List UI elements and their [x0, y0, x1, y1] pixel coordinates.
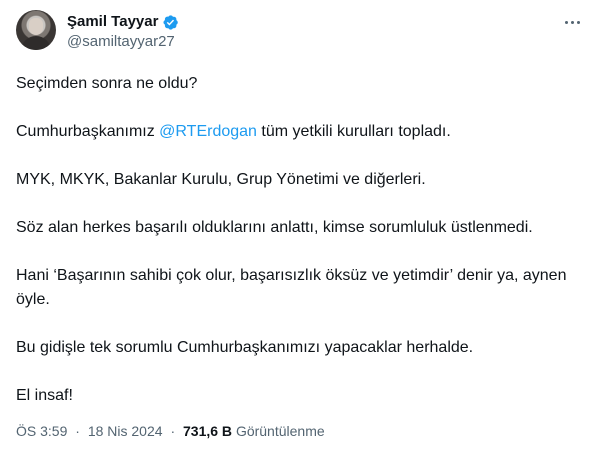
tweet-text-segment: Cumhurbaşkanımız — [16, 123, 160, 140]
tweet-text: Seçimden sonra ne oldu? Cumhurbaşkanımız… — [16, 72, 586, 432]
tweet-paragraph: Söz alan herkes başarılı olduklarını anl… — [16, 219, 533, 236]
tweet-paragraph: El insaf! — [16, 387, 73, 404]
author-handle[interactable]: @samiltayyar27 — [67, 33, 175, 51]
meta-separator: · — [170, 423, 176, 439]
avatar-shoulders — [21, 36, 51, 50]
tweet-date[interactable]: 18 Nis 2024 — [88, 423, 163, 439]
author-name-row: Şamil Tayyar — [67, 13, 179, 31]
tweet-meta: ÖS 3:59 · 18 Nis 2024 · 731,6 B Görüntül… — [16, 422, 325, 440]
more-dot — [576, 20, 580, 24]
tweet-paragraph: Bu gidişle tek sorumlu Cumhurbaşkanımızı… — [16, 339, 474, 356]
verified-badge-icon[interactable] — [162, 14, 179, 31]
views-count: 731,6 B — [183, 423, 233, 439]
avatar[interactable] — [16, 10, 56, 50]
tweet-paragraph: Hani ‘Başarının sahibi çok olur, başarıs… — [16, 267, 567, 308]
tweet-text-segment: tüm yetkili kurulları topladı. — [256, 123, 451, 140]
author-display-name[interactable]: Şamil Tayyar — [67, 13, 158, 31]
tweet: Şamil Tayyar @samiltayyar27 Seçimden son… — [0, 0, 601, 455]
meta-separator: · — [75, 423, 80, 439]
tweet-paragraph: Seçimden sonra ne oldu? — [16, 75, 198, 92]
views-label: Görüntülenme — [235, 423, 325, 439]
more-dot — [564, 20, 568, 24]
tweet-paragraph: MYK, MKYK, Bakanlar Kurulu, Grup Yönetim… — [16, 171, 426, 188]
tweet-paragraph: Cumhurbaşkanımız @RTErdogan tüm yetkili … — [16, 120, 586, 144]
avatar-face — [29, 18, 43, 35]
tweet-time[interactable]: ÖS 3:59 — [16, 423, 67, 439]
more-options-icon[interactable] — [560, 14, 584, 30]
more-dot — [570, 20, 574, 24]
mention-link[interactable]: @RTErdogan — [159, 123, 257, 140]
